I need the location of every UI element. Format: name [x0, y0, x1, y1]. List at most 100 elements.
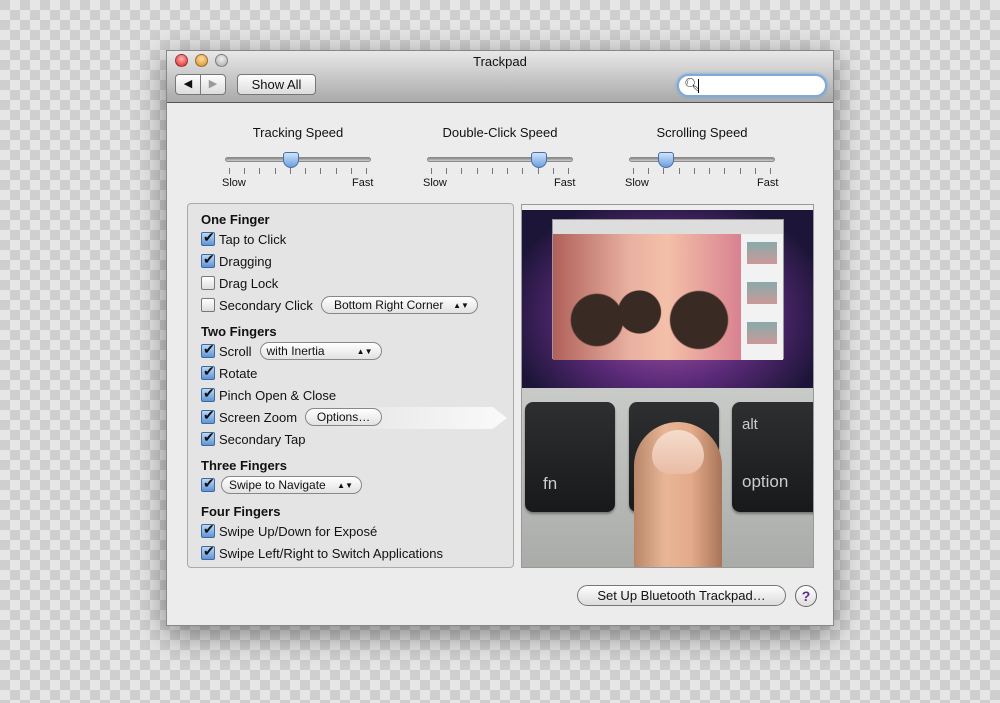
slider-tick [739, 168, 741, 174]
menu-bar [522, 205, 813, 210]
switch-apps-checkbox[interactable] [201, 543, 215, 560]
bluetooth-trackpad-button[interactable]: Set Up Bluetooth Trackpad… [577, 585, 786, 606]
back-button[interactable]: ◀ [175, 74, 201, 95]
slider-thumb[interactable] [530, 152, 547, 168]
slider-tick [366, 168, 367, 174]
scroll-popup[interactable]: with Inertia ▲▼ [259, 342, 382, 360]
people [563, 280, 733, 360]
pinch-row[interactable]: Pinch Open & Close [201, 385, 337, 404]
screen-zoom-row[interactable]: Screen Zoom Options… [201, 407, 383, 426]
desktop-screenshot [522, 205, 813, 388]
slider-tick [491, 168, 493, 174]
slider-tick [537, 168, 539, 174]
popup-value: with Inertia [266, 344, 325, 358]
drag-lock-row[interactable]: Drag Lock [201, 274, 278, 292]
drag-lock-label: Drag Lock [219, 275, 279, 291]
thumbnail [747, 322, 777, 344]
slider-tick [693, 168, 695, 174]
thumbnail-sidebar [741, 234, 783, 360]
thumbnail [747, 242, 777, 264]
show-all-button[interactable]: Show All [237, 74, 316, 95]
slider-thumb[interactable] [282, 152, 299, 168]
secondary-tap-label: Secondary Tap [219, 431, 306, 447]
three-finger-row[interactable]: Swipe to Navigate ▲▼ [201, 475, 362, 494]
rotate-checkbox[interactable] [201, 363, 215, 380]
slider-tick [305, 168, 307, 174]
double-click-speed-slider[interactable] [427, 152, 573, 168]
pinch-checkbox[interactable] [201, 385, 215, 402]
slow-label: Slow [625, 177, 649, 189]
fast-label: Fast [352, 177, 374, 189]
four-fingers-header: Four Fingers [201, 504, 281, 519]
tracking-speed-slider[interactable] [225, 152, 371, 168]
one-finger-header: One Finger [201, 212, 270, 227]
slider-tick [754, 168, 756, 174]
tap-to-click-label: Tap to Click [219, 231, 287, 247]
secondary-click-popup[interactable]: Bottom Right Corner ▲▼ [320, 296, 478, 314]
thumbnail [747, 282, 777, 304]
scroll-checkbox[interactable] [201, 341, 215, 358]
screen-zoom-checkbox[interactable] [201, 407, 215, 424]
forward-arrow-icon: ▶ [208, 78, 218, 90]
expose-checkbox[interactable] [201, 521, 215, 538]
window-title: Trackpad [473, 54, 527, 69]
slider-tick [259, 168, 261, 174]
pinch-label: Pinch Open & Close [219, 387, 337, 403]
help-button[interactable]: ? [795, 585, 817, 607]
fn-key: fn [525, 402, 615, 512]
slider-tick [350, 168, 352, 174]
screen-zoom-label: Screen Zoom [219, 409, 298, 425]
dragging-label: Dragging [219, 253, 272, 269]
fast-label: Fast [757, 177, 779, 189]
dragging-row[interactable]: Dragging [201, 251, 272, 270]
expose-row[interactable]: Swipe Up/Down for Exposé [201, 521, 377, 540]
slider-tick [274, 168, 276, 174]
two-fingers-header: Two Fingers [201, 324, 277, 339]
forward-button[interactable]: ▶ [200, 74, 226, 95]
scrolling-speed-slider[interactable] [629, 152, 775, 168]
drag-lock-checkbox[interactable] [201, 276, 215, 290]
secondary-click-checkbox[interactable] [201, 298, 215, 312]
slider-ticks [629, 168, 775, 174]
slider-tick [633, 168, 634, 174]
slider-tick [522, 168, 524, 174]
slow-label: Slow [222, 177, 246, 189]
tap-to-click-row[interactable]: Tap to Click [201, 229, 287, 248]
gesture-preview-video: fn alt option [521, 204, 814, 568]
options-button[interactable]: Options… [305, 408, 383, 426]
slider-thumb[interactable] [658, 152, 674, 168]
option-key: alt option [732, 402, 813, 512]
slider-tick [507, 168, 509, 174]
slider-tick [648, 168, 650, 174]
secondary-tap-checkbox[interactable] [201, 429, 215, 446]
slider-tick [461, 168, 463, 174]
three-finger-popup[interactable]: Swipe to Navigate ▲▼ [221, 476, 362, 494]
popup-value: Bottom Right Corner [333, 298, 444, 312]
slider-tick [244, 168, 246, 174]
search-input[interactable]: 🔍︎ [677, 74, 827, 97]
scrolling-speed-label: Scrolling Speed [656, 125, 748, 140]
switch-apps-row[interactable]: Swipe Left/Right to Switch Applications [201, 543, 444, 562]
secondary-tap-row[interactable]: Secondary Tap [201, 429, 306, 448]
slider-ticks [427, 168, 573, 174]
scroll-row[interactable]: Scroll with Inertia ▲▼ [201, 341, 382, 360]
trackpad-window: Trackpad ◀ ▶ Show All 🔍︎ Tracking Speed … [166, 50, 834, 626]
tap-to-click-checkbox[interactable] [201, 229, 215, 246]
slider-tick [770, 168, 771, 174]
slow-label: Slow [423, 177, 447, 189]
secondary-click-row[interactable]: Secondary Click Bottom Right Corner ▲▼ [201, 296, 478, 314]
slider-tick [663, 168, 665, 174]
finger [634, 422, 722, 567]
slider-tick [229, 168, 230, 174]
three-finger-checkbox[interactable] [201, 475, 215, 492]
keyboard: fn alt option [522, 388, 813, 567]
dragging-checkbox[interactable] [201, 251, 215, 268]
preview-app-window [552, 219, 784, 360]
slider-tick [320, 168, 322, 174]
double-click-speed-label: Double-Click Speed [442, 125, 558, 140]
updown-arrows-icon: ▲▼ [453, 300, 469, 310]
rotate-row[interactable]: Rotate [201, 363, 257, 382]
switch-apps-label: Swipe Left/Right to Switch Applications [219, 545, 444, 561]
slider-tick [335, 168, 337, 174]
back-arrow-icon: ◀ [183, 78, 193, 90]
